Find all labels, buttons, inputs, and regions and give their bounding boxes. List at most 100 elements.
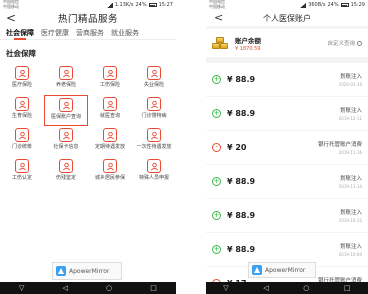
service-item[interactable]: 社保卡信息	[44, 126, 88, 157]
service-item[interactable]: 失业保险	[132, 64, 176, 95]
card-icon	[59, 128, 73, 142]
service-item-label: 社保卡信息	[53, 144, 79, 150]
service-item-label: 就医查询	[99, 113, 120, 119]
apowermirror-logo-icon	[56, 266, 66, 276]
service-item-label: 门诊慢特病	[141, 113, 167, 119]
clinic-icon	[147, 97, 161, 111]
money-icon	[147, 128, 161, 142]
minus-circle-icon: -	[212, 143, 221, 152]
apowermirror-watermark: ApowerMirror	[248, 262, 316, 278]
service-item-label: 工伤保险	[99, 82, 120, 88]
service-item-label: 养老保险	[55, 82, 76, 88]
transaction-row[interactable]: - ¥ 20 银行托管账户消费 2019-11-16	[206, 131, 368, 164]
status-bar: 中国电信 中国移动 360B/s 24% 15:29	[206, 0, 368, 10]
tab-3[interactable]: 就业服务	[111, 26, 139, 40]
back-button[interactable]: <	[214, 11, 223, 24]
search-doc-icon	[103, 97, 117, 111]
transaction-date: 2019-12-11	[338, 116, 362, 121]
transaction-date: 2019-10-12	[338, 218, 362, 223]
transaction-amount: ¥ 20	[227, 143, 247, 152]
service-tabs: 社会保障 医疗健康 营商服务 就业服务	[0, 26, 176, 40]
android-nav-bar: ▽ ◁ ○ □	[206, 282, 368, 294]
net-speed: 360B/s	[308, 2, 326, 8]
transaction-row[interactable]: + ¥ 88.9 划账注入 2019-11-14	[206, 165, 368, 198]
transaction-date: 2020-01-10	[338, 82, 362, 87]
watermark-text: ApowerMirror	[265, 266, 306, 274]
nav-home-button[interactable]: ○	[106, 282, 112, 294]
plus-circle-icon: +	[212, 109, 221, 118]
transaction-desc: 划账注入	[339, 74, 362, 80]
custom-query-button[interactable]: 自定义查询	[327, 39, 362, 47]
battery-percent: 24%	[327, 2, 339, 8]
service-item[interactable]: 生育保险	[0, 95, 44, 126]
briefcase-icon	[147, 66, 161, 80]
transaction-desc: 划账注入	[339, 244, 362, 250]
transaction-row[interactable]: + ¥ 88.9 划账注入 2020-01-10	[206, 63, 368, 96]
plus-circle-icon: +	[212, 75, 221, 84]
carrier-2: 中国移动	[209, 4, 225, 9]
shield-icon	[59, 159, 73, 173]
service-item[interactable]: 伤残鉴定	[44, 157, 88, 188]
transaction-amount: ¥ 88.9	[227, 177, 256, 186]
signal-icon	[106, 2, 113, 8]
nav-back-button[interactable]: ◁	[63, 282, 68, 294]
transaction-date: 2019-11-14	[338, 184, 362, 189]
elder-icon	[59, 66, 73, 80]
tab-1[interactable]: 医疗健康	[41, 26, 69, 40]
service-item-label: 城乡居民参保	[94, 175, 125, 181]
transaction-desc: 划账注入	[339, 210, 362, 216]
nav-recent-button[interactable]: □	[150, 282, 157, 294]
left-phone-screen: 中国电信 中国移动 1.13K/s 24% 15:27 < 热门精品服务 社会保…	[0, 0, 176, 294]
transaction-desc: 银行托管账户消费	[317, 142, 362, 148]
plus-circle-icon: +	[212, 211, 221, 220]
watermark-text: ApowerMirror	[69, 267, 110, 275]
service-item[interactable]: 工伤保险	[88, 64, 132, 95]
page-header: < 热门精品服务	[0, 10, 176, 26]
transaction-amount: ¥ 88.9	[227, 245, 256, 254]
transaction-row[interactable]: + ¥ 88.9 划账注入 2019-12-11	[206, 97, 368, 130]
service-item[interactable]: 定期待遇发放	[88, 126, 132, 157]
service-item[interactable]: 一次性待遇发放	[132, 126, 176, 157]
service-item-label: 一次性待遇发放	[136, 144, 172, 150]
service-item[interactable]: 医保账户查询	[44, 95, 88, 126]
battery-icon	[148, 3, 157, 7]
service-item[interactable]: 城乡居民参保	[88, 157, 132, 188]
page-header: < 个人医保账户	[206, 10, 368, 26]
search-icon	[357, 40, 362, 46]
plus-circle-icon: +	[212, 177, 221, 186]
back-button[interactable]: <	[6, 11, 16, 25]
battery-percent: 24%	[135, 2, 147, 8]
nav-down-button[interactable]: ▽	[223, 282, 228, 294]
service-item-label: 医疗保险	[11, 82, 32, 88]
medical-kit-icon	[15, 66, 29, 80]
service-grid: 医疗保险 养老保险 工伤保险 失业保险生育保险 医保账户查询 就医查询 门诊慢特病门诊统筹 社…	[0, 64, 176, 188]
service-item-label: 失业保险	[143, 82, 164, 88]
service-item[interactable]: 工伤认定	[0, 157, 44, 188]
page-title: 个人医保账户	[263, 13, 311, 23]
transaction-amount: ¥ 88.9	[227, 211, 256, 220]
balance-value: ¥ 1870.59	[235, 45, 261, 52]
service-item[interactable]: 医疗保险	[0, 64, 44, 95]
service-item-label: 工伤认定	[11, 175, 32, 181]
nav-recent-button[interactable]: □	[344, 282, 351, 294]
service-item[interactable]: 就医查询	[88, 95, 132, 126]
calendar-icon	[103, 128, 117, 142]
nav-down-button[interactable]: ▽	[19, 282, 24, 294]
android-nav-bar: ▽ ◁ ○ □	[0, 282, 176, 294]
service-item[interactable]: 门诊统筹	[0, 126, 44, 157]
tab-2[interactable]: 营商服务	[76, 26, 104, 40]
apowermirror-logo-icon	[252, 265, 262, 275]
service-item-label: 门诊统筹	[11, 144, 32, 150]
nav-back-button[interactable]: ◁	[263, 282, 268, 294]
service-item[interactable]: 养老保险	[44, 64, 88, 95]
service-item[interactable]: 门诊慢特病	[132, 95, 176, 126]
service-item[interactable]: 特殊人员申报	[132, 157, 176, 188]
tab-0[interactable]: 社会保障	[6, 26, 34, 40]
signal-icon	[300, 2, 307, 8]
transaction-amount: ¥ 88.9	[227, 109, 256, 118]
right-phone-screen: 中国电信 中国移动 360B/s 24% 15:29 < 个人医保账户 账户余额…	[206, 0, 368, 294]
transaction-row[interactable]: + ¥ 88.9 划账注入 2019-10-12	[206, 199, 368, 232]
nav-home-button[interactable]: ○	[303, 282, 309, 294]
transaction-amount: ¥ 88.9	[227, 75, 256, 84]
badge-icon	[15, 159, 29, 173]
